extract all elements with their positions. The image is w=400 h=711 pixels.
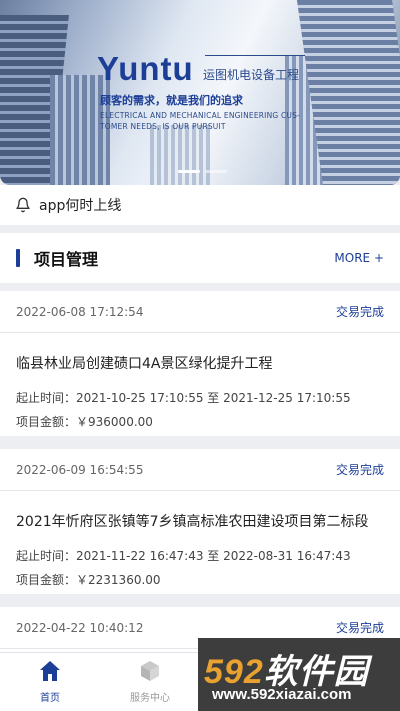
notice-text: app何时上线 <box>39 198 122 214</box>
period-start: 2021-10-25 17:10:55 <box>76 391 204 405</box>
banner-divider <box>205 55 305 56</box>
card-date: 2022-04-22 10:40:12 <box>16 620 144 635</box>
amount-value: ￥936000.00 <box>76 415 153 429</box>
carousel-dot[interactable] <box>205 170 227 173</box>
period-end: 2022-08-31 16:47:43 <box>223 549 351 563</box>
amount-label: 项目金额： <box>16 415 77 429</box>
period-start: 2021-11-22 16:47:43 <box>76 549 204 563</box>
card-date: 2022-06-08 17:12:54 <box>16 304 144 319</box>
project-period: 起止时间：2021-11-22 16:47:43 至 2022-08-31 16… <box>16 544 384 568</box>
project-name: 临县林业局创建碛口4A景区绿化提升工程 <box>16 356 273 372</box>
banner-building <box>150 125 210 185</box>
watermark-url: www.592xiazai.com <box>212 686 352 703</box>
notice-bar[interactable]: app何时上线 <box>0 185 400 225</box>
hero-banner[interactable]: Yuntu 运图机电设备工程 顾客的需求，就是我们的追求 ELECTRICAL … <box>0 0 400 185</box>
amount-value: ￥2231360.00 <box>76 573 161 587</box>
tab-home[interactable]: 首页 <box>0 653 100 711</box>
banner-english: ELECTRICAL AND MECHANICAL ENGINEERING CU… <box>100 111 300 131</box>
project-amount: 项目金额：￥936000.00 <box>16 410 384 434</box>
project-name: 2021年忻府区张镇等7乡镇高标准农田建设项目第二标段 <box>16 514 369 530</box>
card-date: 2022-06-09 16:54:55 <box>16 462 144 477</box>
period-to: 至 <box>207 549 220 563</box>
amount-label: 项目金额： <box>16 573 77 587</box>
more-link[interactable]: MORE + <box>334 251 384 265</box>
banner-subtitle: 运图机电设备工程 <box>203 68 300 82</box>
card-status: 交易完成 <box>335 621 384 635</box>
bell-icon <box>16 197 30 213</box>
section-accent-bar <box>16 249 20 267</box>
period-label: 起止时间： <box>16 549 77 563</box>
card-header: 2022-06-08 17:12:54 交易完成 <box>0 291 400 333</box>
card-status: 交易完成 <box>335 305 384 319</box>
project-amount: 项目金额：￥2231360.00 <box>16 568 384 592</box>
tab-service-center[interactable]: 服务中心 <box>100 653 200 711</box>
period-end: 2021-12-25 17:10:55 <box>223 391 351 405</box>
period-to: 至 <box>207 391 220 405</box>
carousel-indicator[interactable] <box>178 170 227 173</box>
home-icon <box>40 661 60 681</box>
tab-home-label: 首页 <box>40 693 60 704</box>
section-title-text: 项目管理 <box>34 250 99 269</box>
period-label: 起止时间： <box>16 391 77 405</box>
card-status: 交易完成 <box>335 463 384 477</box>
card-body: 2021年忻府区张镇等7乡镇高标准农田建设项目第二标段 起止时间：2021-11… <box>0 491 400 592</box>
banner-slogan: 顾客的需求，就是我们的追求 <box>100 94 243 107</box>
carousel-dot[interactable] <box>178 170 200 173</box>
tab-service-center-label: 服务中心 <box>130 693 170 704</box>
section-title: 项目管理 <box>16 246 98 270</box>
project-card[interactable]: 2022-06-08 17:12:54 交易完成 临县林业局创建碛口4A景区绿化… <box>0 291 400 436</box>
site-watermark: 592软件园 www.592xiazai.com <box>198 638 400 711</box>
section-header: 项目管理 MORE + <box>0 233 400 283</box>
card-body: 临县林业局创建碛口4A景区绿化提升工程 起止时间：2021-10-25 17:1… <box>0 333 400 434</box>
project-card[interactable]: 2022-06-09 16:54:55 交易完成 2021年忻府区张镇等7乡镇高… <box>0 449 400 594</box>
card-header: 2022-06-09 16:54:55 交易完成 <box>0 449 400 491</box>
box-icon <box>141 661 159 681</box>
project-period: 起止时间：2021-10-25 17:10:55 至 2021-12-25 17… <box>16 386 384 410</box>
banner-brand: Yuntu <box>97 50 194 87</box>
